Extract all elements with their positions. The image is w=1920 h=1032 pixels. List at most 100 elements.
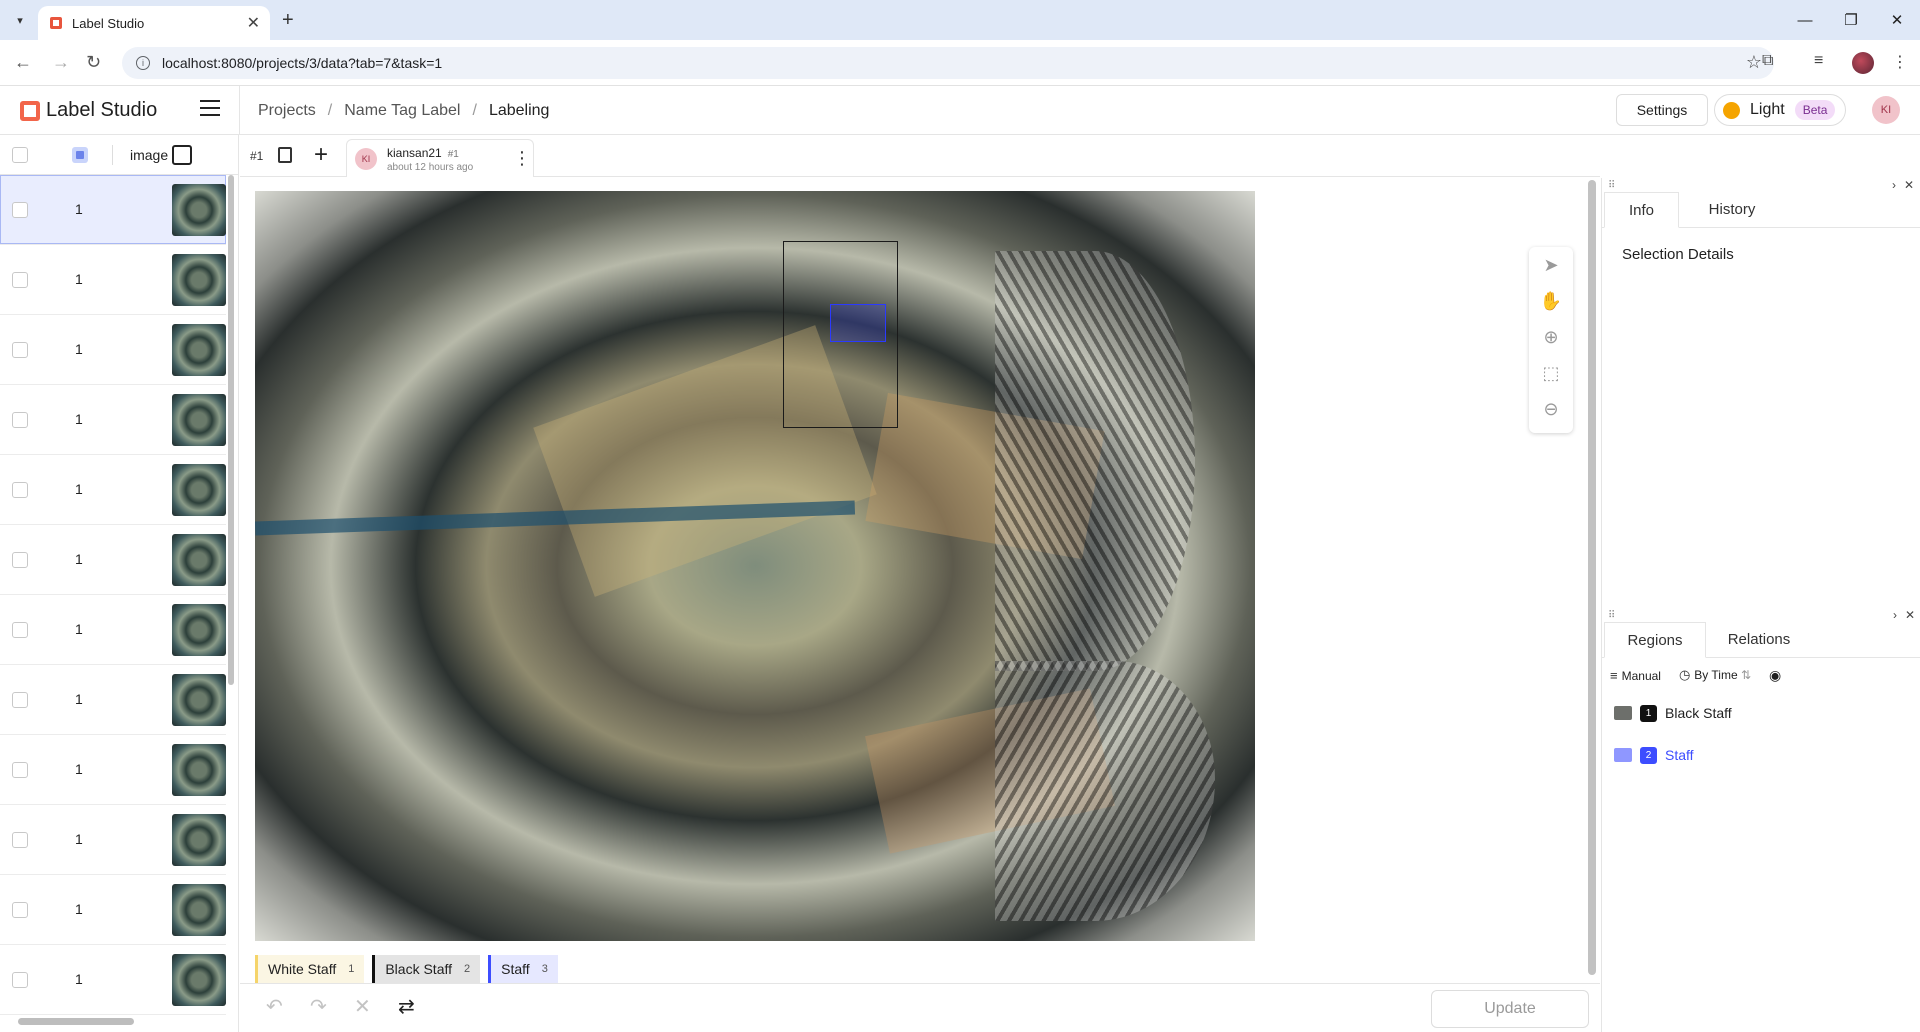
- task-row[interactable]: 1: [0, 315, 226, 385]
- task-annotation-count: 1: [75, 901, 83, 917]
- breadcrumb-project[interactable]: Name Tag Label: [344, 102, 460, 120]
- annotation-tab[interactable]: KI kiansan21 #1 about 12 hours ago ⋮: [346, 139, 534, 177]
- task-row[interactable]: 1: [0, 595, 226, 665]
- drag-handle-icon[interactable]: ⠿: [1608, 610, 1615, 621]
- window-controls: — ❐ ✕: [1782, 0, 1920, 40]
- clock-icon: ◷: [1678, 667, 1691, 682]
- task-image-thumbnail: [172, 324, 226, 376]
- label-staff[interactable]: Staff 3: [488, 955, 558, 983]
- select-icon[interactable]: ➤: [1529, 247, 1573, 283]
- browser-menu-icon[interactable]: ⋮: [1892, 52, 1908, 72]
- profile-avatar-icon[interactable]: [1852, 52, 1874, 74]
- extensions-icon[interactable]: ⧉: [1762, 52, 1773, 70]
- add-annotation-icon[interactable]: +: [314, 141, 328, 169]
- zoom-out-icon[interactable]: ⊖: [1529, 391, 1573, 427]
- region-box-staff[interactable]: [830, 304, 886, 342]
- close-panel-icon[interactable]: ✕: [1905, 608, 1915, 622]
- row-checkbox[interactable]: [12, 412, 28, 428]
- back-icon[interactable]: ←: [14, 52, 32, 73]
- redo-icon[interactable]: ↷: [310, 994, 327, 1019]
- tab-regions[interactable]: Regions: [1604, 622, 1706, 658]
- close-window-icon[interactable]: ✕: [1874, 0, 1920, 40]
- region-item[interactable]: 2 Staff: [1602, 734, 1920, 776]
- hamburger-menu-icon[interactable]: [200, 100, 220, 116]
- task-annotation-count: 1: [75, 761, 83, 777]
- row-checkbox[interactable]: [12, 972, 28, 988]
- tab-info[interactable]: Info: [1604, 192, 1679, 228]
- row-checkbox[interactable]: [12, 202, 28, 218]
- row-checkbox[interactable]: [12, 762, 28, 778]
- sort-manual-button[interactable]: ≡ Manual: [1610, 668, 1661, 683]
- task-row[interactable]: 1: [0, 385, 226, 455]
- collapse-icon[interactable]: ›: [1893, 608, 1897, 622]
- task-row[interactable]: 1: [0, 455, 226, 525]
- bookmark-star-icon[interactable]: ☆: [1746, 52, 1762, 73]
- center-scrollbar[interactable]: [1588, 180, 1596, 975]
- row-checkbox[interactable]: [12, 552, 28, 568]
- reload-icon[interactable]: ↻: [86, 52, 101, 73]
- annotation-menu-icon[interactable]: ⋮: [513, 148, 531, 169]
- minimize-icon[interactable]: —: [1782, 0, 1828, 40]
- annotation-id: #1: [447, 149, 459, 160]
- task-row[interactable]: 1: [0, 875, 226, 945]
- row-checkbox[interactable]: [12, 272, 28, 288]
- forward-icon[interactable]: →: [52, 52, 70, 73]
- media-icon[interactable]: ≡: [1814, 52, 1823, 70]
- zoom-in-icon[interactable]: ⊕: [1529, 319, 1573, 355]
- collapse-icon[interactable]: ›: [1892, 178, 1896, 192]
- task-list-hscrollbar[interactable]: [18, 1018, 134, 1025]
- side-panel: ⠿ › ✕ Info History Selection Details ⠿ ›…: [1601, 178, 1920, 1032]
- row-checkbox[interactable]: [12, 622, 28, 638]
- task-row[interactable]: 1: [0, 945, 226, 1015]
- label-black-staff[interactable]: Black Staff 2: [372, 955, 481, 983]
- swap-icon[interactable]: ⇄: [398, 994, 415, 1019]
- row-checkbox[interactable]: [12, 832, 28, 848]
- info-tabs: Info History: [1602, 192, 1920, 228]
- task-row[interactable]: 1: [0, 175, 226, 245]
- url-field[interactable]: i localhost:8080/projects/3/data?tab=7&t…: [122, 47, 1774, 79]
- theme-toggle-button[interactable]: Light Beta: [1714, 94, 1846, 126]
- task-row[interactable]: 1: [0, 245, 226, 315]
- hand-icon[interactable]: ✋: [1529, 283, 1573, 319]
- user-avatar[interactable]: KI: [1872, 96, 1900, 124]
- task-image-thumbnail: [172, 394, 226, 446]
- brand[interactable]: Label Studio: [20, 99, 157, 122]
- row-checkbox[interactable]: [12, 482, 28, 498]
- update-button[interactable]: Update: [1431, 990, 1589, 1028]
- site-info-icon[interactable]: i: [136, 56, 150, 70]
- split-view-icon[interactable]: [278, 147, 292, 163]
- task-row[interactable]: 1: [0, 735, 226, 805]
- task-list-scrollbar[interactable]: [228, 175, 234, 685]
- breadcrumb-projects[interactable]: Projects: [258, 102, 316, 120]
- task-row[interactable]: 1: [0, 525, 226, 595]
- region-item[interactable]: 1 Black Staff: [1602, 692, 1920, 734]
- undo-icon[interactable]: ↶: [266, 994, 283, 1019]
- tab-history[interactable]: History: [1681, 192, 1783, 227]
- breadcrumb-current: Labeling: [488, 102, 550, 119]
- tab-relations[interactable]: Relations: [1708, 622, 1810, 657]
- row-checkbox[interactable]: [12, 692, 28, 708]
- image-column-header[interactable]: image: [130, 147, 168, 163]
- restore-icon[interactable]: ❐: [1828, 0, 1874, 40]
- reset-icon[interactable]: ✕: [354, 994, 371, 1019]
- close-tab-icon[interactable]: ✕: [247, 13, 260, 33]
- drag-handle-icon[interactable]: ⠿: [1608, 180, 1615, 191]
- labeling-image-canvas[interactable]: [255, 191, 1255, 941]
- label-white-staff[interactable]: White Staff 1: [255, 955, 365, 983]
- select-all-checkbox[interactable]: [12, 147, 28, 163]
- new-tab-icon[interactable]: +: [282, 9, 294, 32]
- task-row[interactable]: 1: [0, 805, 226, 875]
- fit-icon[interactable]: ⬚: [1529, 355, 1573, 391]
- sort-by-time-button[interactable]: ◷ By Time ⇅: [1679, 667, 1751, 683]
- task-row[interactable]: 1: [0, 665, 226, 735]
- row-checkbox[interactable]: [12, 902, 28, 918]
- settings-button[interactable]: Settings: [1616, 94, 1708, 126]
- eye-icon[interactable]: ◉: [1769, 667, 1781, 684]
- tab-search-icon[interactable]: ▾: [8, 8, 32, 32]
- column-settings-icon[interactable]: [172, 145, 192, 165]
- sun-icon: [1723, 101, 1740, 119]
- row-checkbox[interactable]: [12, 342, 28, 358]
- browser-tab[interactable]: Label Studio ✕: [38, 6, 270, 40]
- id-column-icon[interactable]: [72, 147, 88, 163]
- close-panel-icon[interactable]: ✕: [1904, 178, 1914, 192]
